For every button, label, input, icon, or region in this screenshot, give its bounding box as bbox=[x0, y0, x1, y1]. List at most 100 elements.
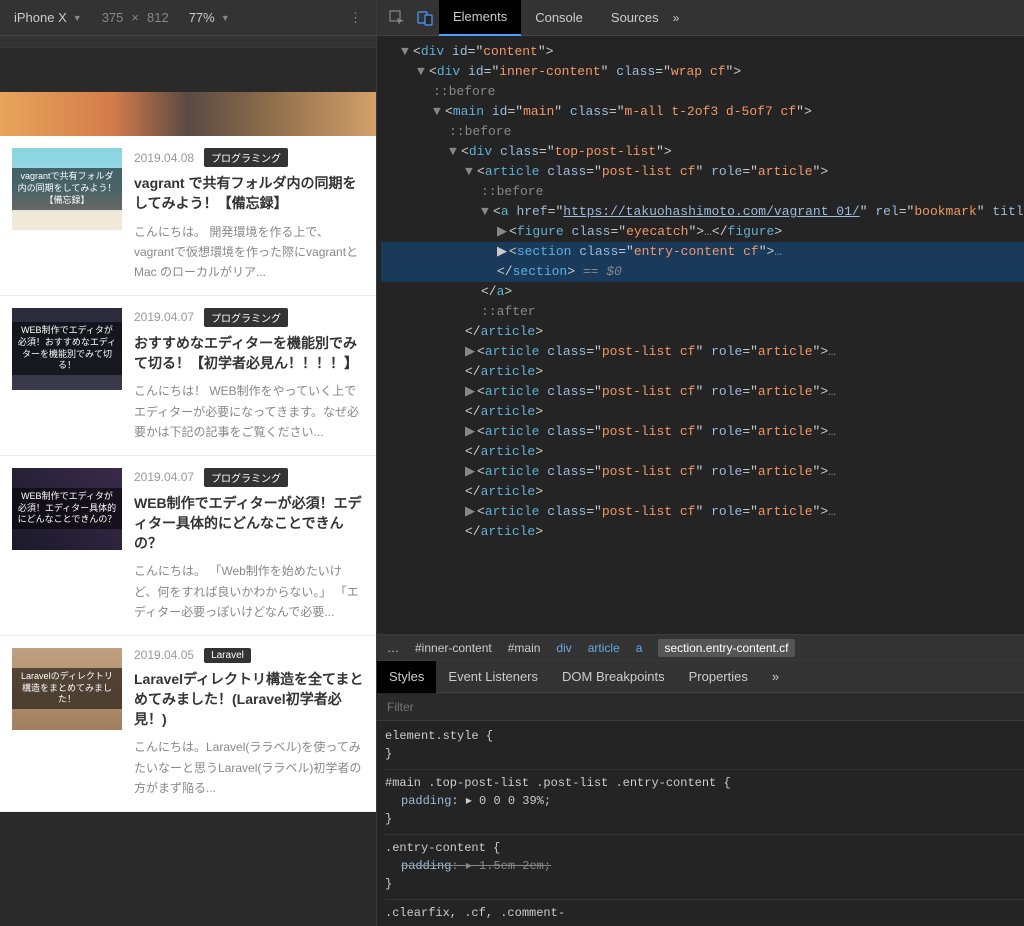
post-excerpt: こんにちは。 「Web制作を始めたいけど、何をすれば良いかわからない。」 「エデ… bbox=[134, 561, 364, 622]
post-item[interactable]: vagrantで共有フォルダ内の同期をしてみよう！【備忘録】 2019.04.0… bbox=[0, 136, 376, 296]
dom-node[interactable]: ▼<div class="top-post-list"> bbox=[381, 142, 1024, 162]
bc-article[interactable]: article bbox=[588, 641, 620, 655]
dom-node-selected[interactable]: ▶<section class="entry-content cf">… </s… bbox=[381, 242, 1024, 282]
dom-node[interactable]: ▶<figure class="eyecatch">…</figure> bbox=[381, 222, 1024, 242]
styles-tab-bar: Styles Event Listeners DOM Breakpoints P… bbox=[377, 661, 1024, 693]
ruler-bar bbox=[0, 36, 376, 48]
post-category-badge[interactable]: Laravel bbox=[204, 648, 251, 663]
dom-node[interactable]: ▶<article class="post-list cf" role="art… bbox=[381, 342, 1024, 362]
hero-image bbox=[0, 92, 376, 136]
dom-node[interactable]: </a> bbox=[381, 282, 1024, 302]
toggle-device-icon[interactable] bbox=[411, 4, 439, 32]
dom-pseudo[interactable]: ::before bbox=[381, 182, 1024, 202]
css-rule[interactable]: .entry-content {style.css:1455 padding: … bbox=[385, 839, 1024, 900]
dom-breadcrumb[interactable]: … #inner-content #main div article a sec… bbox=[377, 634, 1024, 660]
device-preview-panel: iPhone X ▼ 375 × 812 77% ▼ ⋮ vagrantで共有フ… bbox=[0, 0, 376, 926]
tab-event-listeners[interactable]: Event Listeners bbox=[436, 661, 550, 693]
device-toolbar: iPhone X ▼ 375 × 812 77% ▼ ⋮ bbox=[0, 0, 376, 36]
device-toolbar-more-icon[interactable]: ⋮ bbox=[349, 10, 362, 26]
tab-properties[interactable]: Properties bbox=[677, 661, 760, 693]
post-category-badge[interactable]: プログラミング bbox=[204, 148, 288, 167]
post-body: 2019.04.07 プログラミング WEB制作でエディターが必須！エディター具… bbox=[134, 468, 364, 623]
post-thumbnail: WEB制作でエディタが必須！おすすめなエディターを機能別でみて切る！ bbox=[12, 308, 122, 390]
device-selector[interactable]: iPhone X ▼ bbox=[14, 10, 82, 25]
zoom-selector[interactable]: 77% ▼ bbox=[189, 10, 230, 25]
post-thumbnail: Laravelのディレクトリ構造をまとめてみました！ bbox=[12, 648, 122, 730]
tab-styles[interactable]: Styles bbox=[377, 661, 436, 693]
post-category-badge[interactable]: プログラミング bbox=[204, 468, 288, 487]
tab-dom-breakpoints[interactable]: DOM Breakpoints bbox=[550, 661, 677, 693]
post-title[interactable]: vagrant で共有フォルダ内の同期をしてみよう！【備忘録】 bbox=[134, 173, 364, 214]
thumb-overlay-text: Laravelのディレクトリ構造をまとめてみました！ bbox=[12, 668, 122, 709]
post-excerpt: こんにちは！ WEB制作をやっていく上でエディターが必要になってきます。なぜ必要… bbox=[134, 381, 364, 442]
bc-div[interactable]: div bbox=[556, 641, 571, 655]
dom-pseudo[interactable]: ::after bbox=[381, 302, 1024, 322]
dom-pseudo[interactable]: ::before bbox=[381, 122, 1024, 142]
devtools-tab-bar: Elements Console Sources » ▲ 2 ⋮ × bbox=[377, 0, 1024, 36]
dom-node[interactable]: </article> bbox=[381, 362, 1024, 382]
post-title[interactable]: Laravelディレクトリ構造を全てまとめてみました！(Laravel初学者必見… bbox=[134, 669, 364, 730]
thumb-overlay-text: vagrantで共有フォルダ内の同期をしてみよう！【備忘録】 bbox=[12, 168, 122, 209]
post-title[interactable]: WEB制作でエディターが必須！エディター具体的にどんなことできんの？ bbox=[134, 493, 364, 554]
post-category-badge[interactable]: プログラミング bbox=[204, 308, 288, 327]
dom-node[interactable]: </article> bbox=[381, 442, 1024, 462]
dom-node[interactable]: ▼<div id="inner-content" class="wrap cf"… bbox=[381, 62, 1024, 82]
styles-panel: Styles Event Listeners DOM Breakpoints P… bbox=[377, 660, 1024, 926]
tab-elements[interactable]: Elements bbox=[439, 0, 521, 36]
post-item[interactable]: WEB制作でエディタが必須！おすすめなエディターを機能別でみて切る！ 2019.… bbox=[0, 296, 376, 456]
dom-node[interactable]: </article> bbox=[381, 322, 1024, 342]
dom-node[interactable]: ▶<article class="post-list cf" role="art… bbox=[381, 422, 1024, 442]
post-body: 2019.04.08 プログラミング vagrant で共有フォルダ内の同期をし… bbox=[134, 148, 364, 283]
dom-node[interactable]: </article> bbox=[381, 522, 1024, 542]
post-body: 2019.04.07 プログラミング おすすめなエディターを機能別でみて切る！【… bbox=[134, 308, 364, 443]
post-date: 2019.04.08 bbox=[134, 151, 194, 165]
post-item[interactable]: Laravelのディレクトリ構造をまとめてみました！ 2019.04.05 La… bbox=[0, 636, 376, 812]
dom-node[interactable]: ▼<a href="https://takuohashimoto.com/vag… bbox=[381, 202, 1024, 222]
css-rule[interactable]: #main .top-post-list .post-list .entry-c… bbox=[385, 774, 1024, 835]
styles-filter-bar: :hov .cls + bbox=[377, 693, 1024, 721]
device-dimensions[interactable]: 375 × 812 bbox=[102, 10, 169, 25]
dom-node[interactable]: </article> bbox=[381, 402, 1024, 422]
chevron-down-icon: ▼ bbox=[73, 13, 82, 23]
tabs-overflow-icon[interactable]: » bbox=[673, 11, 680, 25]
tab-console[interactable]: Console bbox=[521, 0, 597, 36]
post-thumbnail: WEB制作でエディタが必須！エディター具体的にどんなことできんの？ bbox=[12, 468, 122, 550]
post-thumbnail: vagrantで共有フォルダ内の同期をしてみよう！【備忘録】 bbox=[12, 148, 122, 230]
post-date: 2019.04.07 bbox=[134, 470, 194, 484]
dom-node[interactable]: </article> bbox=[381, 482, 1024, 502]
chevron-down-icon: ▼ bbox=[221, 13, 230, 23]
bc-ellipsis[interactable]: … bbox=[387, 641, 399, 655]
post-excerpt: こんにちは。 開発環境を作る上で、vagrantで仮想環境を作った際にvagra… bbox=[134, 222, 364, 283]
bc-a[interactable]: a bbox=[636, 641, 643, 655]
post-date: 2019.04.05 bbox=[134, 648, 194, 662]
dom-pseudo[interactable]: ::before bbox=[381, 82, 1024, 102]
styles-tabs-overflow-icon[interactable]: » bbox=[760, 661, 791, 693]
css-rule[interactable]: .clearfix, .cf, .comment-style.css:370 bbox=[385, 904, 1024, 926]
dom-node[interactable]: ▶<article class="post-list cf" role="art… bbox=[381, 382, 1024, 402]
post-item[interactable]: WEB制作でエディタが必須！エディター具体的にどんなことできんの？ 2019.0… bbox=[0, 456, 376, 636]
post-excerpt: こんにちは。Laravel(ララベル)を使ってみたいなーと思うLaravel(ラ… bbox=[134, 737, 364, 798]
devtools-panel: Elements Console Sources » ▲ 2 ⋮ × ▼<div… bbox=[376, 0, 1024, 926]
dom-node[interactable]: ▼<article class="post-list cf" role="art… bbox=[381, 162, 1024, 182]
elements-tree[interactable]: ▼<div id="content"> ▼<div id="inner-cont… bbox=[377, 36, 1024, 634]
post-body: 2019.04.05 Laravel Laravelディレクトリ構造を全てまとめ… bbox=[134, 648, 364, 799]
times-icon: × bbox=[131, 10, 139, 25]
post-title[interactable]: おすすめなエディターを機能別でみて切る！【初学者必見ん！！！！】 bbox=[134, 333, 364, 374]
viewport-canvas: vagrantで共有フォルダ内の同期をしてみよう！【備忘録】 2019.04.0… bbox=[0, 48, 376, 926]
dom-node[interactable]: ▶<article class="post-list cf" role="art… bbox=[381, 462, 1024, 482]
styles-filter-input[interactable] bbox=[377, 700, 1024, 714]
dom-node[interactable]: ▼<main id="main" class="m-all t-2of3 d-5… bbox=[381, 102, 1024, 122]
bc-section[interactable]: section.entry-content.cf bbox=[658, 639, 794, 657]
dom-node[interactable]: ▼<div id="content"> bbox=[381, 42, 1024, 62]
css-rule[interactable]: element.style { } bbox=[385, 727, 1024, 770]
post-date: 2019.04.07 bbox=[134, 310, 194, 324]
thumb-overlay-text: WEB制作でエディタが必須！おすすめなエディターを機能別でみて切る！ bbox=[12, 322, 122, 375]
inspect-element-icon[interactable] bbox=[383, 4, 411, 32]
bc-inner-content[interactable]: #inner-content bbox=[415, 641, 492, 655]
bc-main[interactable]: #main bbox=[508, 641, 541, 655]
mobile-frame[interactable]: vagrantで共有フォルダ内の同期をしてみよう！【備忘録】 2019.04.0… bbox=[0, 92, 376, 812]
thumb-overlay-text: WEB制作でエディタが必須！エディター具体的にどんなことできんの？ bbox=[12, 488, 122, 529]
tab-sources[interactable]: Sources bbox=[597, 0, 673, 36]
dom-node[interactable]: ▶<article class="post-list cf" role="art… bbox=[381, 502, 1024, 522]
css-rules-list[interactable]: element.style { } #main .top-post-list .… bbox=[377, 721, 1024, 926]
